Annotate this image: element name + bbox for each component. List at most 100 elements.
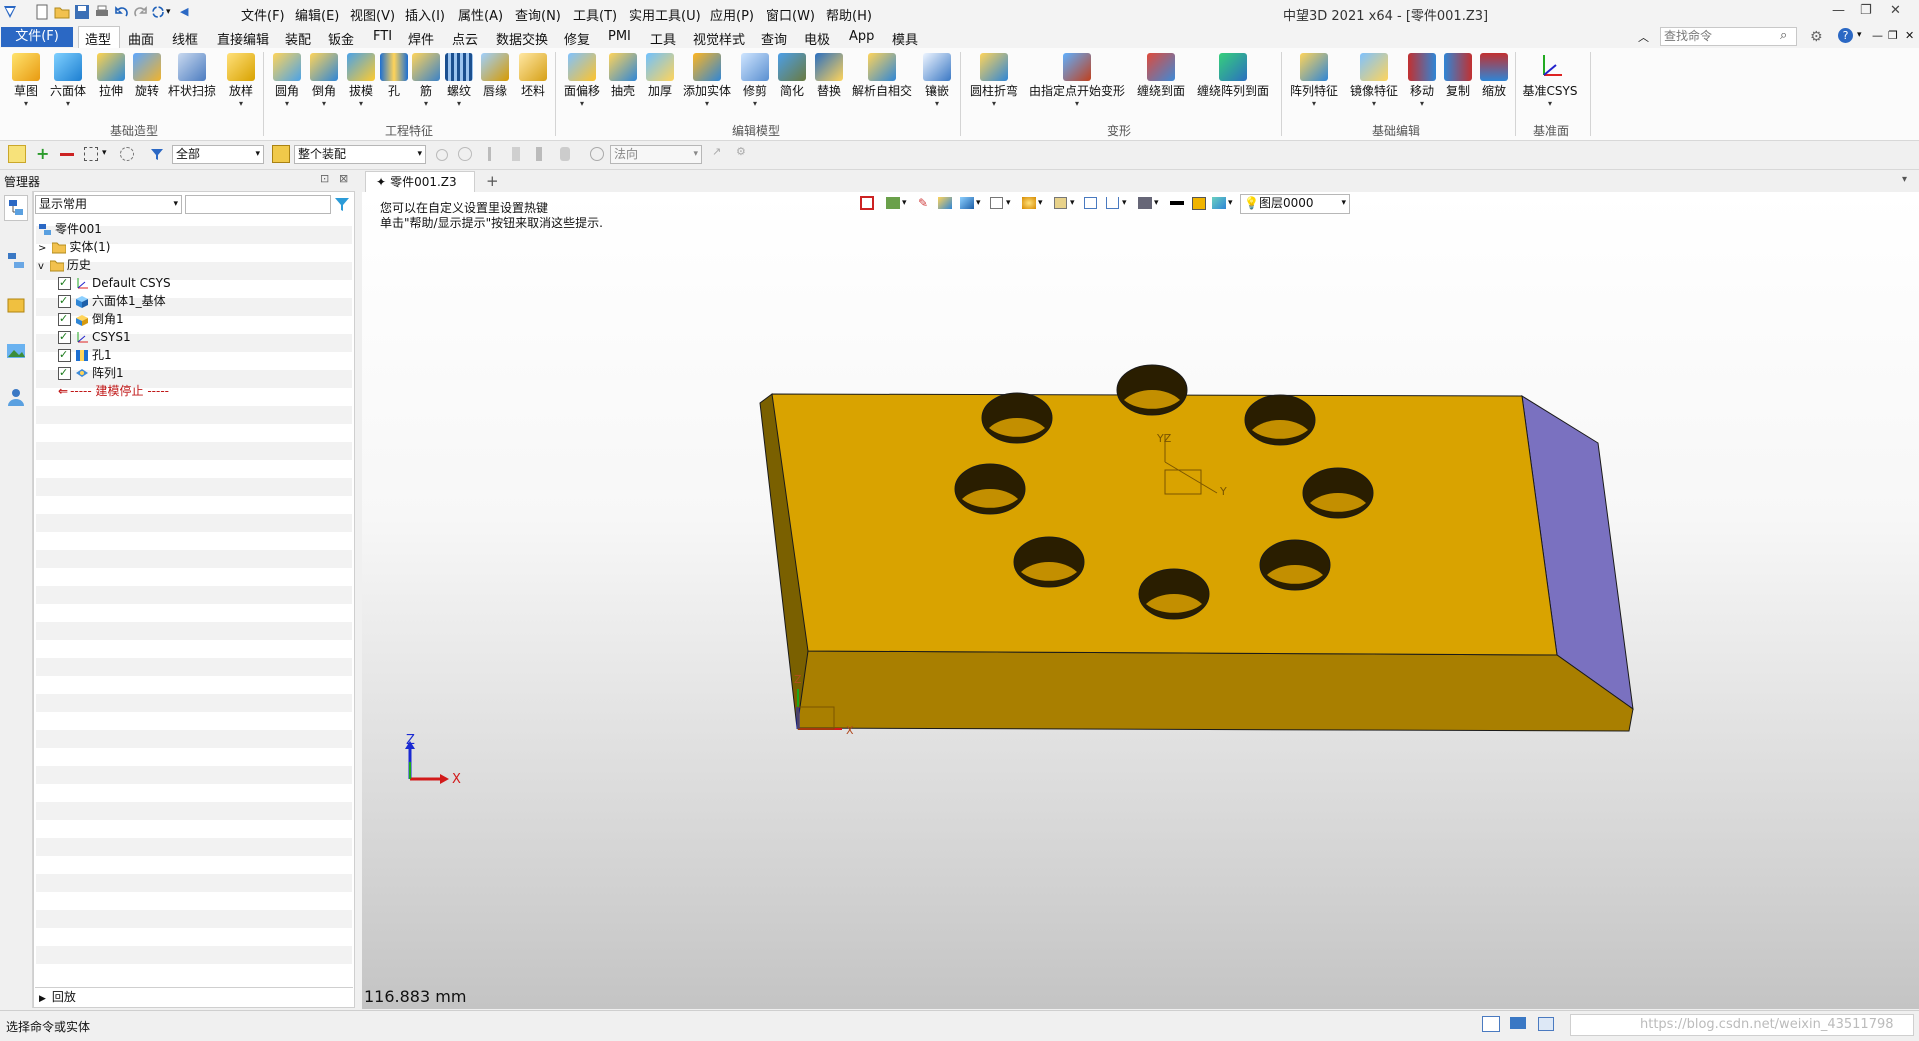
move-button[interactable]: 移动 ▾ <box>1406 51 1438 121</box>
minimize-icon[interactable]: — <box>1832 3 1845 18</box>
menu-window[interactable]: 窗口(W) <box>766 5 815 24</box>
menu-insert[interactable]: 插入(I) <box>405 5 445 24</box>
doc-minimize-icon[interactable]: — <box>1872 29 1883 42</box>
lasso-icon[interactable] <box>120 147 134 161</box>
command-search-input[interactable]: 查找命令 <box>1660 27 1797 46</box>
fillet-button[interactable]: 圆角 ▾ <box>270 51 304 121</box>
resolve-self-intersect-button[interactable]: 解析自相交 <box>850 51 914 121</box>
collapse-arrow-icon[interactable]: v <box>38 261 44 272</box>
pattern-feature-button[interactable]: 阵列特征 ▾ <box>1288 51 1340 121</box>
pin-icon[interactable]: ⊡ <box>320 172 329 185</box>
visibility-checkbox[interactable] <box>58 346 71 364</box>
tab-weldment[interactable]: 焊件 <box>408 29 434 48</box>
menu-query[interactable]: 查询(N) <box>515 5 561 24</box>
history-manager-icon[interactable] <box>4 195 28 221</box>
tab-fti[interactable]: FTI <box>373 29 392 44</box>
tab-app[interactable]: App <box>849 29 874 44</box>
window-icon[interactable] <box>1538 1017 1554 1031</box>
direction-select[interactable]: 法向 ▾ <box>610 145 702 164</box>
simplify-button[interactable]: 简化 <box>775 51 809 121</box>
datum-csys-button[interactable]: 基准CSYS ▾ <box>1522 51 1578 121</box>
feature-row[interactable]: 孔1 <box>58 346 112 364</box>
cylinder-bend-button[interactable]: 圆柱折弯 ▾ <box>968 51 1020 121</box>
menu-apps[interactable]: 应用(P) <box>710 5 754 24</box>
part-manager-icon[interactable] <box>6 295 26 315</box>
help-dropdown-icon[interactable]: ▾ <box>1857 30 1862 40</box>
print-icon[interactable] <box>94 4 110 20</box>
menu-help[interactable]: 帮助(H) <box>826 5 872 24</box>
menu-attribute[interactable]: 属性(A) <box>458 5 503 24</box>
scale-button[interactable]: 缩放 <box>1478 51 1510 121</box>
direction-icon[interactable] <box>590 147 604 161</box>
selection-filter-select[interactable]: 全部 ▾ <box>172 145 264 164</box>
menu-edit[interactable]: 编辑(E) <box>295 5 339 24</box>
undo-icon[interactable] <box>114 4 130 20</box>
tree-root[interactable]: 零件001 <box>38 220 102 238</box>
feature-row[interactable]: Default CSYS <box>58 274 171 292</box>
panel-close-icon[interactable]: ⊠ <box>339 172 348 185</box>
user-manager-icon[interactable] <box>6 387 26 407</box>
tree-solids[interactable]: > 实体(1) <box>38 238 110 256</box>
wrap-pattern-to-face-button[interactable]: 缠绕阵列到面 <box>1194 51 1272 121</box>
toolbar-icon[interactable] <box>488 147 491 161</box>
filter-icon[interactable] <box>150 147 164 161</box>
new-tab-icon[interactable]: + <box>486 172 499 190</box>
assembly-manager-icon[interactable] <box>6 251 26 271</box>
model-canvas[interactable]: Y YZ <box>362 192 1919 1009</box>
visibility-checkbox[interactable] <box>58 328 71 346</box>
thread-button[interactable]: 螺纹 ▾ <box>444 51 474 121</box>
tab-pointcloud[interactable]: 点云 <box>452 29 478 48</box>
assembly-scope-icon[interactable] <box>272 145 290 163</box>
new-file-icon[interactable] <box>34 4 50 20</box>
select-pointer-icon[interactable] <box>8 145 26 163</box>
menu-tools[interactable]: 工具(T) <box>573 5 617 24</box>
playback-bar[interactable]: ▶ 回放 <box>35 987 353 1006</box>
draft-button[interactable]: 拔模 ▾ <box>344 51 378 121</box>
model-stop-row[interactable]: ⇐ ----- 建模停止 ----- <box>58 382 169 400</box>
layout-icon[interactable] <box>1482 1016 1500 1032</box>
assembly-scope-select[interactable]: 整个装配 ▾ <box>294 145 426 164</box>
tab-visual-style[interactable]: 视觉样式 <box>693 29 745 48</box>
loft-button[interactable]: 放样 ▾ <box>224 51 258 121</box>
tree-history[interactable]: v 历史 <box>38 256 91 274</box>
dropdown-arrow-icon[interactable]: ▾ <box>102 148 116 162</box>
toolbar-icon[interactable] <box>512 147 520 161</box>
sketch-button[interactable]: 草图 ▾ <box>8 51 44 121</box>
tab-pmi[interactable]: PMI <box>608 29 631 44</box>
tab-wireframe[interactable]: 线框 <box>172 29 198 48</box>
rib-button[interactable]: 筋 ▾ <box>412 51 440 121</box>
revolve-button[interactable]: 旋转 <box>130 51 164 121</box>
box-button[interactable]: 六面体 ▾ <box>48 51 88 121</box>
select-region-icon[interactable] <box>84 147 98 161</box>
tab-assembly[interactable]: 装配 <box>285 29 311 48</box>
deform-from-point-button[interactable]: 由指定点开始变形 ▾ <box>1026 51 1128 121</box>
redo-icon[interactable] <box>132 4 148 20</box>
toolbar-icon[interactable] <box>536 147 542 161</box>
tab-sheetmetal[interactable]: 钣金 <box>328 29 354 48</box>
tab-query[interactable]: 查询 <box>761 29 787 48</box>
visibility-checkbox[interactable] <box>58 364 71 382</box>
tab-mold[interactable]: 模具 <box>892 29 918 48</box>
tab-modeling[interactable]: 造型 <box>85 29 111 48</box>
extrude-button[interactable]: 拉伸 <box>94 51 128 121</box>
save-icon[interactable] <box>74 4 90 20</box>
toolbar-icon[interactable] <box>458 147 472 161</box>
face-offset-button[interactable]: 面偏移 ▾ <box>562 51 602 121</box>
help-icon[interactable]: ? <box>1838 28 1853 43</box>
close-icon[interactable]: ✕ <box>1890 3 1901 18</box>
copy-button[interactable]: 复制 <box>1442 51 1474 121</box>
graphics-viewport[interactable]: 您可以在自定义设置里设置热键 单击"帮助/显示提示"按钮来取消这些提示. ▾ ✎… <box>362 192 1919 1009</box>
toolbar-icon[interactable]: ⚙ <box>736 145 750 159</box>
feature-row[interactable]: 六面体1_基体 <box>58 292 166 310</box>
tab-data-exchange[interactable]: 数据交换 <box>496 29 548 48</box>
trim-button[interactable]: 修剪 ▾ <box>738 51 772 121</box>
display-filter-select[interactable]: 显示常用 ▾ <box>35 195 182 214</box>
menu-view[interactable]: 视图(V) <box>350 5 395 24</box>
expand-arrow-icon[interactable]: > <box>38 243 46 254</box>
inlay-button[interactable]: 镶嵌 ▾ <box>920 51 954 121</box>
lip-button[interactable]: 唇缘 <box>478 51 512 121</box>
restore-icon[interactable]: ❐ <box>1860 3 1872 18</box>
replace-button[interactable]: 替换 <box>812 51 846 121</box>
toolbar-icon[interactable] <box>560 147 570 161</box>
tab-repair[interactable]: 修复 <box>564 29 590 48</box>
